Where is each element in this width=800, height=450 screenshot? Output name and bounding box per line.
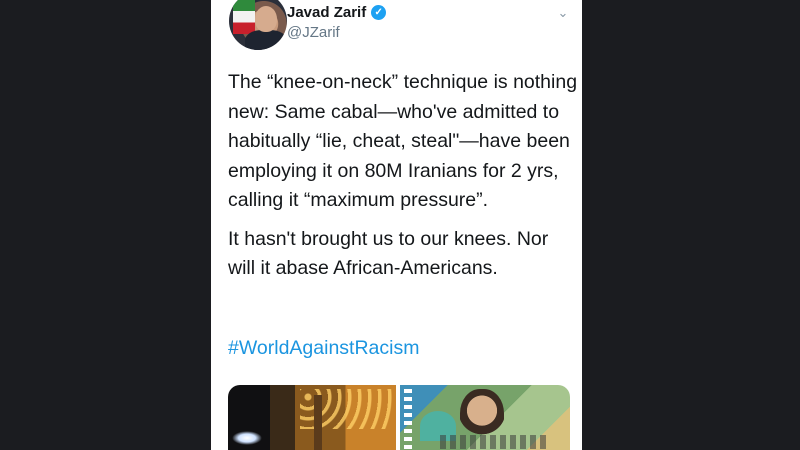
avatar-face <box>255 6 277 32</box>
media-photo-right[interactable] <box>400 385 570 450</box>
photo-glow <box>232 431 262 445</box>
photo-pole <box>314 395 322 450</box>
tweet-paragraph: It hasn't brought us to our knees. Nor w… <box>228 227 549 280</box>
author-handle[interactable]: @JZarif <box>287 24 340 41</box>
tweet-card: Javad Zarif ✓ @JZarif ⌄ The “knee-on-nec… <box>211 0 582 450</box>
chevron-down-icon[interactable]: ⌄ <box>556 6 570 20</box>
author-name[interactable]: Javad Zarif <box>287 4 366 21</box>
tweet-paragraph: The “knee-on-neck” technique is nothing … <box>228 71 578 211</box>
verified-badge-icon: ✓ <box>371 5 387 20</box>
stamp-edge <box>404 389 412 450</box>
avatar[interactable] <box>229 0 287 50</box>
avatar-suit <box>245 30 287 50</box>
stamp-script <box>440 435 550 449</box>
hashtag-link[interactable]: #WorldAgainstRacism <box>228 334 419 364</box>
author-row: Javad Zarif ✓ <box>287 4 387 21</box>
tweet-text: The “knee-on-neck” technique is nothing … <box>228 68 578 284</box>
media-photo-left[interactable] <box>228 385 396 450</box>
flag-graphic <box>233 0 255 34</box>
tweet-media[interactable] <box>228 385 570 450</box>
